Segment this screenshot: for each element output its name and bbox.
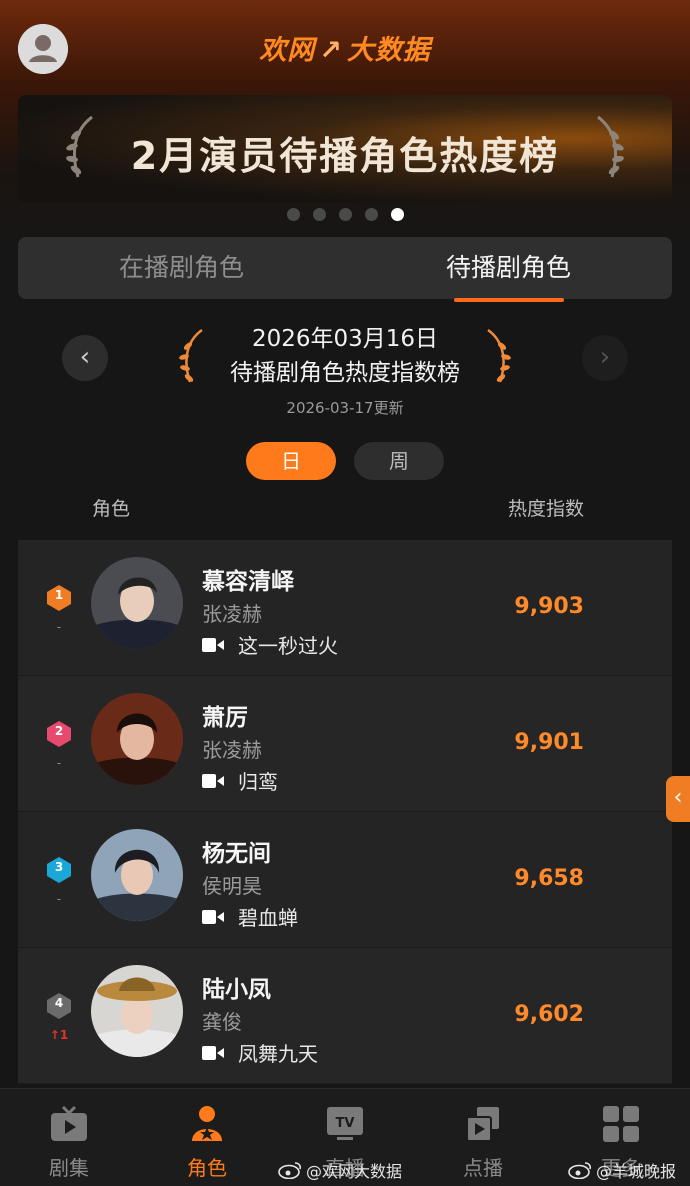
heat-score: 9,901 xyxy=(514,730,584,755)
role-name: 萧厉 xyxy=(202,705,248,731)
drama-title[interactable]: 归鸾 xyxy=(202,766,278,795)
ranking-row[interactable]: 1 - 慕容清峄 张凌赫 这一秒过火 9,903 xyxy=(18,540,672,676)
video-camera-icon xyxy=(202,1045,224,1060)
laurel-right-icon xyxy=(597,115,624,178)
drama-title-text: 归鸾 xyxy=(238,770,278,794)
actor-name: 侯明昊 xyxy=(202,874,262,898)
tv-play-icon xyxy=(51,1105,87,1141)
heat-score: 9,658 xyxy=(514,866,584,891)
drama-title-text: 这一秒过火 xyxy=(238,634,338,658)
actor-portrait[interactable] xyxy=(91,829,183,921)
carousel-dot-active[interactable] xyxy=(390,208,404,221)
ranking-row[interactable]: 3 - 杨无间 侯明昊 碧血蝉 9,658 xyxy=(18,812,672,948)
watermark-text: @欢网大数据 xyxy=(306,1162,403,1181)
tab-upcoming-roles[interactable]: 待播剧角色 xyxy=(345,237,672,299)
watermark-left: @欢网大数据 xyxy=(278,1158,402,1182)
weibo-icon xyxy=(568,1162,592,1179)
carousel-dot[interactable] xyxy=(312,208,326,221)
ranking-date: 2026年03月16日 xyxy=(251,326,439,352)
drama-title[interactable]: 这一秒过火 xyxy=(202,630,338,659)
period-week-button[interactable]: 周 xyxy=(354,442,444,480)
ranking-title-block: 2026年03月16日 待播剧角色热度指数榜 2026-03-17更新 xyxy=(0,323,690,418)
nav-item-vod[interactable]: 点播 xyxy=(414,1089,552,1186)
rank-change: - xyxy=(56,756,62,770)
tab-airing-roles[interactable]: 在播剧角色 xyxy=(18,237,345,299)
nav-item-roles[interactable]: 角色 xyxy=(138,1089,276,1186)
video-camera-icon xyxy=(202,773,224,788)
ranking-row[interactable]: 4 ↑1 陆小凤 龚俊 凤舞九天 9,602 xyxy=(18,948,672,1084)
person-star-icon xyxy=(192,1106,222,1141)
app-header: 欢网 ↗ 大数据 xyxy=(0,0,690,95)
promo-banner[interactable]: 2月演员待播角色热度榜 xyxy=(18,95,672,203)
tv-live-icon: TV xyxy=(327,1107,363,1140)
actor-portrait[interactable] xyxy=(91,693,183,785)
banner-title: 2月演员待播角色热度榜 xyxy=(130,134,560,178)
brand-logo: 欢网 ↗ 大数据 xyxy=(259,35,431,66)
actor-name: 张凌赫 xyxy=(202,602,262,626)
rank-change: - xyxy=(56,620,62,634)
actor-name: 张凌赫 xyxy=(202,738,262,762)
nav-label: 点播 xyxy=(463,1156,503,1180)
rank-number: 3 xyxy=(54,860,64,874)
category-tabs: 在播剧角色 待播剧角色 xyxy=(18,237,672,299)
vod-icon xyxy=(466,1107,499,1142)
rank-change: - xyxy=(56,892,62,906)
nav-label: 剧集 xyxy=(49,1156,89,1180)
heat-score: 9,903 xyxy=(514,594,584,619)
weibo-icon xyxy=(278,1162,302,1179)
carousel-dot[interactable] xyxy=(286,208,300,221)
grid-icon xyxy=(603,1106,639,1142)
column-header-role: 角色 xyxy=(92,498,131,520)
nav-label: 角色 xyxy=(187,1156,227,1180)
role-name: 杨无间 xyxy=(202,841,271,867)
ranking-list: 1 - 慕容清峄 张凌赫 这一秒过火 9,903 2 - 萧厉 张凌赫 归鸾 9… xyxy=(18,540,672,1084)
actor-portrait[interactable] xyxy=(91,557,183,649)
ranking-row[interactable]: 2 - 萧厉 张凌赫 归鸾 9,901 xyxy=(18,676,672,812)
period-day-button[interactable]: 日 xyxy=(246,442,336,480)
ranking-title: 待播剧角色热度指数榜 xyxy=(230,360,460,386)
actor-portrait[interactable] xyxy=(91,965,183,1057)
drama-title[interactable]: 凤舞九天 xyxy=(202,1038,318,1067)
actor-name: 龚俊 xyxy=(202,1010,242,1034)
carousel-dots xyxy=(0,208,690,221)
video-camera-icon xyxy=(202,909,224,924)
column-header-score: 热度指数 xyxy=(508,498,585,520)
role-name: 慕容清峄 xyxy=(202,569,294,595)
watermark-right: @羊城晚报 xyxy=(568,1158,676,1182)
drama-title-text: 凤舞九天 xyxy=(238,1042,318,1066)
rank-number: 1 xyxy=(54,588,64,602)
heat-score: 9,602 xyxy=(514,1002,584,1027)
carousel-dot[interactable] xyxy=(364,208,378,221)
ranking-updated: 2026-03-17更新 xyxy=(286,399,404,417)
video-camera-icon xyxy=(202,637,224,652)
watermark-text: @羊城晚报 xyxy=(596,1162,677,1181)
drama-title[interactable]: 碧血蝉 xyxy=(202,902,298,931)
nav-item-series[interactable]: 剧集 xyxy=(0,1089,138,1186)
rank-number: 2 xyxy=(54,724,64,738)
drama-title-text: 碧血蝉 xyxy=(238,906,298,930)
svg-text:TV: TV xyxy=(336,1116,355,1131)
rank-number: 4 xyxy=(54,996,64,1010)
rank-change-up: ↑1 xyxy=(49,1028,69,1042)
role-name: 陆小凤 xyxy=(202,977,271,1003)
carousel-dot[interactable] xyxy=(338,208,352,221)
side-drawer-button[interactable]: ‹ xyxy=(666,776,690,822)
